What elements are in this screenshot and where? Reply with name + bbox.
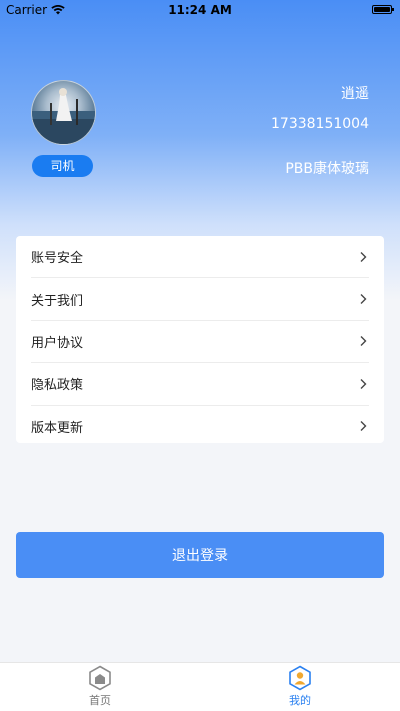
menu-item-label: 账号安全 (31, 251, 84, 267)
avatar[interactable] (31, 80, 96, 145)
role-badge: 司机 (32, 155, 93, 177)
menu-item-account-security[interactable]: 账号安全 (31, 236, 369, 279)
menu-item-privacy-policy[interactable]: 隐私政策 (31, 363, 369, 406)
avatar-image (32, 88, 95, 144)
tab-home[interactable]: 首页 (70, 665, 130, 708)
settings-menu: 账号安全 关于我们 用户协议 隐私政策 版本更新 (16, 236, 384, 443)
menu-item-label: 关于我们 (31, 293, 84, 309)
tab-bar: 首页 我的 (0, 662, 400, 711)
tab-mine[interactable]: 我的 (270, 665, 330, 708)
menu-item-about-us[interactable]: 关于我们 (31, 278, 369, 321)
chevron-right-icon (360, 378, 367, 389)
tab-label: 首页 (89, 694, 111, 707)
logout-button[interactable]: 退出登录 (16, 532, 384, 578)
chevron-right-icon (360, 294, 367, 305)
chevron-right-icon (360, 421, 367, 432)
menu-item-label: 用户协议 (31, 335, 84, 351)
home-icon (89, 665, 111, 691)
tab-label: 我的 (289, 694, 311, 707)
chevron-right-icon (360, 251, 367, 262)
battery-icon (372, 5, 394, 14)
status-time: 11:24 AM (168, 3, 232, 17)
user-name: 逍遥 (341, 86, 369, 102)
menu-item-label: 隐私政策 (31, 378, 84, 394)
user-icon (289, 665, 311, 691)
menu-item-label: 版本更新 (31, 420, 84, 436)
status-bar: Carrier 11:24 AM (0, 0, 400, 20)
menu-item-version-update[interactable]: 版本更新 (31, 406, 369, 447)
menu-item-user-agreement[interactable]: 用户协议 (31, 321, 369, 364)
user-company: PBB康体玻璃 (285, 161, 369, 177)
user-phone: 17338151004 (271, 116, 369, 132)
chevron-right-icon (360, 336, 367, 347)
